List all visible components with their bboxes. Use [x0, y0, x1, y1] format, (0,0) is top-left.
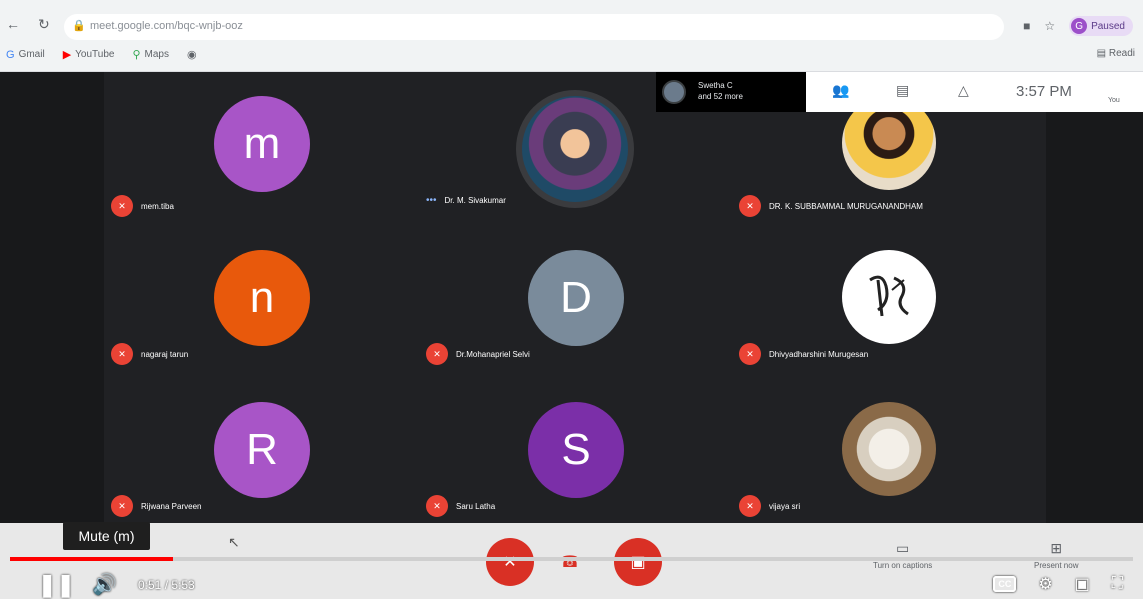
stage-left-edge: [0, 72, 104, 523]
miniplayer-icon[interactable]: ▣: [1075, 574, 1090, 594]
player-controls: ❚❚ 🔊 0:51 / 5:53 CC ⚙ ▣ ⛶: [0, 568, 1143, 599]
youtube-icon: ▶: [62, 49, 72, 61]
mic-off-icon: ✕: [739, 195, 761, 217]
gmail-icon: G: [6, 48, 15, 61]
settings-gear-icon[interactable]: ⚙: [1038, 574, 1052, 594]
chat-icon[interactable]: ▤: [896, 82, 909, 99]
participant-avatar-saru: S: [528, 402, 624, 498]
people-icon[interactable]: 👥: [832, 82, 849, 99]
mute-tooltip: Mute (m): [63, 522, 150, 550]
presenter-avatar: [662, 80, 686, 104]
camera-icon[interactable]: ■: [1023, 19, 1030, 33]
address-bar[interactable]: 🔒 meet.google.com/bqc-wnjb-ooz: [64, 14, 1004, 40]
participant-avatar-mem-tiba: m: [214, 96, 310, 192]
mouse-cursor-icon: ↖: [228, 534, 240, 550]
reading-list[interactable]: ▤ Readi: [1097, 48, 1135, 59]
captions-icon: ▭: [896, 540, 910, 556]
mic-off-icon: ✕: [111, 195, 133, 217]
bookmark-gmail[interactable]: G Gmail: [6, 48, 45, 61]
participant-label-saru: ✕ Saru Latha: [426, 495, 495, 517]
presenter-name: Swetha C: [698, 81, 733, 90]
url-text: meet.google.com/bqc-wnjb-ooz: [90, 20, 243, 32]
profile-avatar: G: [1071, 18, 1088, 34]
meeting-time: 3:57 PM: [1016, 83, 1072, 100]
maps-icon: ⚲: [132, 49, 141, 61]
participant-label-mem-tiba: ✕ mem.tiba: [111, 195, 174, 217]
participant-label-rijwana: ✕ Rijwana Parveen: [111, 495, 201, 517]
browser-toolbar: ← ↻ 🔒 meet.google.com/bqc-wnjb-ooz ■ ☆ G…: [0, 0, 1143, 72]
pause-icon[interactable]: ❚❚: [38, 572, 75, 598]
participant-label-sivakumar: ••• Dr. M. Sivakumar: [426, 195, 506, 206]
bookmark-web[interactable]: ◉: [187, 48, 197, 61]
participant-label-nagaraj: ✕ nagaraj tarun: [111, 343, 188, 365]
playback-time: 0:51 / 5:53: [138, 578, 195, 592]
participant-label-dhivyadharshini: ✕ Dhivyadharshini Murugesan: [739, 343, 868, 365]
participant-photo-vijaya: [842, 402, 936, 496]
mic-off-icon: ✕: [739, 343, 761, 365]
reading-list-icon: ▤: [1096, 48, 1109, 59]
lock-icon: 🔒: [72, 20, 86, 32]
signature-logo-icon: [869, 275, 909, 317]
profile-status: Paused: [1091, 20, 1125, 32]
video-progress-bar[interactable]: [10, 557, 1133, 561]
participant-avatar-rijwana: R: [214, 402, 310, 498]
video-progress-fill: [10, 557, 173, 561]
present-button[interactable]: ⊞ Present now: [1034, 540, 1078, 570]
mic-off-icon: ✕: [111, 495, 133, 517]
subtitles-icon[interactable]: CC: [993, 576, 1017, 592]
back-arrow-icon[interactable]: ←: [6, 16, 20, 32]
participant-label-mohanapriel: ✕ Dr.Mohanapriel Selvi: [426, 343, 530, 365]
participant-avatar-mohanapriel: D: [528, 250, 624, 346]
participant-label-subbammal: ✕ DR. K. SUBBAMMAL MURUGANANDHAM: [739, 195, 923, 217]
speaking-indicator-icon: •••: [426, 195, 437, 206]
mic-off-icon: ✕: [111, 343, 133, 365]
fullscreen-icon[interactable]: ⛶: [1112, 575, 1123, 593]
meet-top-bar: 👥 ▤ △ 3:57 PM You: [806, 72, 1143, 112]
presenter-card[interactable]: Swetha C and 52 more: [656, 72, 806, 112]
mic-off-icon: ✕: [426, 495, 448, 517]
participant-avatar-nagaraj: n: [214, 250, 310, 346]
activities-icon[interactable]: △: [958, 82, 969, 99]
you-label: You: [1108, 97, 1120, 104]
captions-button[interactable]: ▭ Turn on captions: [873, 540, 932, 570]
participant-label-vijaya: ✕ vijaya sri: [739, 495, 800, 517]
present-icon: ⊞: [1050, 540, 1063, 556]
bookmark-maps[interactable]: ⚲ Maps: [132, 48, 169, 61]
mic-off-icon: ✕: [426, 343, 448, 365]
profile-button[interactable]: G Paused: [1069, 16, 1133, 36]
bookmark-star-icon[interactable]: ☆: [1044, 19, 1055, 33]
presenter-more: and 52 more: [698, 92, 743, 101]
reload-icon[interactable]: ↻: [38, 16, 50, 33]
participant-photo-sivakumar: [516, 90, 634, 208]
participant-photo-dhivyadharshini: [842, 250, 936, 344]
globe-icon: ◉: [186, 49, 197, 61]
bookmark-youtube[interactable]: ▶ YouTube: [63, 48, 115, 61]
mic-off-icon: ✕: [739, 495, 761, 517]
volume-icon[interactable]: 🔊: [92, 572, 117, 597]
bookmarks-bar: G Gmail ▶ YouTube ⚲ Maps ◉: [6, 48, 197, 62]
stage-right-edge: [1046, 72, 1143, 523]
